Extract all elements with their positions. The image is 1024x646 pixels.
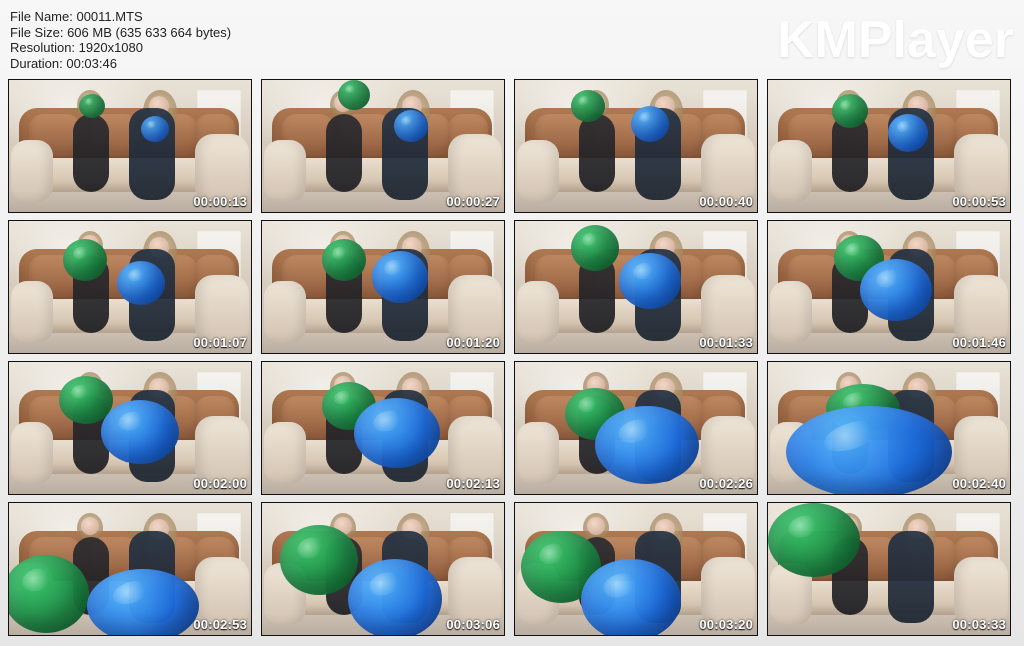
- blue-balloon: [394, 110, 428, 142]
- person: [326, 114, 362, 192]
- blue-balloon: [354, 398, 440, 468]
- thumbnail-10[interactable]: 00:02:13: [261, 361, 505, 495]
- timestamp: 00:02:13: [446, 476, 500, 491]
- blue-balloon: [141, 116, 169, 142]
- timestamp: 00:02:00: [193, 476, 247, 491]
- timestamp: 00:01:46: [952, 335, 1006, 350]
- timestamp: 00:00:27: [446, 194, 500, 209]
- thumbnail-2[interactable]: 00:00:27: [261, 79, 505, 213]
- timestamp: 00:02:40: [952, 476, 1006, 491]
- green-balloon: [322, 239, 366, 281]
- video-frame: [768, 503, 1010, 635]
- video-frame: [515, 503, 757, 635]
- thumbnail-5[interactable]: 00:01:07: [8, 220, 252, 354]
- timestamp: 00:01:20: [446, 335, 500, 350]
- thumbnail-4[interactable]: 00:00:53: [767, 79, 1011, 213]
- timestamp: 00:03:33: [952, 617, 1006, 632]
- thumbnail-8[interactable]: 00:01:46: [767, 220, 1011, 354]
- timestamp: 00:02:26: [699, 476, 753, 491]
- blue-balloon: [101, 400, 179, 464]
- blue-balloon: [631, 106, 669, 142]
- thumbnail-15[interactable]: 00:03:20: [514, 502, 758, 636]
- resolution: Resolution: 1920x1080: [10, 40, 143, 55]
- kmplayer-logo-text: KMPlayer: [777, 11, 1014, 69]
- video-frame: [262, 503, 504, 635]
- green-balloon: [63, 239, 107, 281]
- video-frame: [515, 221, 757, 353]
- thumbnail-13[interactable]: 00:02:53: [8, 502, 252, 636]
- video-frame: [768, 221, 1010, 353]
- video-frame: [9, 80, 251, 212]
- green-balloon: [338, 80, 370, 110]
- blue-balloon: [117, 261, 165, 305]
- person: [579, 114, 615, 192]
- thumbnail-11[interactable]: 00:02:26: [514, 361, 758, 495]
- head: [587, 517, 605, 535]
- video-frame: [515, 80, 757, 212]
- blue-balloon: [372, 251, 428, 303]
- thumbnail-3[interactable]: 00:00:40: [514, 79, 758, 213]
- video-frame: [262, 80, 504, 212]
- video-frame: [9, 362, 251, 494]
- green-balloon: [280, 525, 358, 595]
- timestamp: 00:01:07: [193, 335, 247, 350]
- timestamp: 00:02:53: [193, 617, 247, 632]
- timestamp: 00:00:53: [952, 194, 1006, 209]
- duration: Duration: 00:03:46: [10, 55, 117, 71]
- thumbnail-7[interactable]: 00:01:33: [514, 220, 758, 354]
- head: [81, 517, 99, 535]
- green-balloon: [571, 225, 619, 271]
- green-balloon: [832, 94, 868, 128]
- video-frame: [768, 362, 1010, 494]
- person: [888, 531, 934, 623]
- video-frame: [768, 80, 1010, 212]
- timestamp: 00:01:33: [699, 335, 753, 350]
- blue-balloon: [619, 253, 681, 309]
- file-size: File Size: 606 MB (635 633 664 bytes): [10, 24, 232, 40]
- timestamp: 00:00:13: [193, 194, 247, 209]
- video-frame: [9, 503, 251, 635]
- timestamp: 00:03:20: [699, 617, 753, 632]
- green-balloon: [768, 503, 860, 577]
- video-frame: [262, 221, 504, 353]
- timestamp: 00:00:40: [699, 194, 753, 209]
- thumbnail-12[interactable]: 00:02:40: [767, 361, 1011, 495]
- thumbnail-6[interactable]: 00:01:20: [261, 220, 505, 354]
- thumbnail-grid: 00:00:13 00:00:27 00:00:40 00:00:53 00:0…: [8, 79, 1016, 637]
- blue-balloon: [888, 114, 928, 152]
- thumbnail-1[interactable]: 00:00:13: [8, 79, 252, 213]
- video-frame: [9, 221, 251, 353]
- thumbnail-16[interactable]: 00:03:33: [767, 502, 1011, 636]
- blue-balloon: [860, 259, 932, 321]
- thumbnail-9[interactable]: 00:02:00: [8, 361, 252, 495]
- green-balloon: [79, 94, 105, 118]
- file-info: File Name: 00011.MTS File Size: 606 MB (…: [10, 9, 430, 71]
- video-frame: [262, 362, 504, 494]
- timestamp: 00:03:06: [446, 617, 500, 632]
- person: [73, 114, 109, 192]
- thumbnail-14[interactable]: 00:03:06: [261, 502, 505, 636]
- video-frame: [515, 362, 757, 494]
- green-balloon: [571, 90, 605, 122]
- file-name: File Name: 00011.MTS: [10, 9, 143, 24]
